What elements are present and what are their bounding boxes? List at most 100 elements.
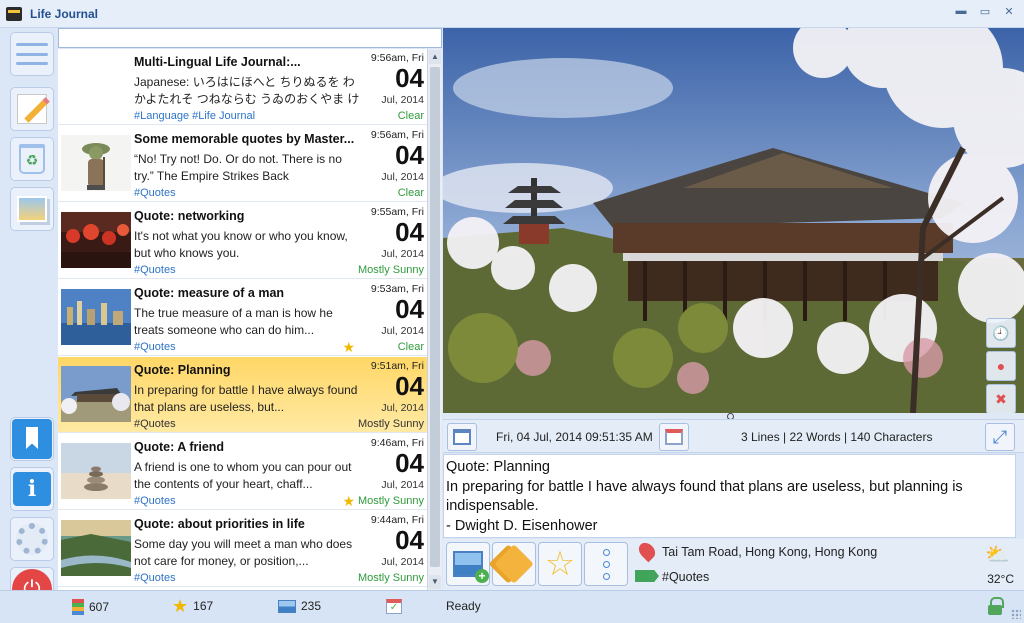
menu-button[interactable] <box>10 32 54 76</box>
menu-icon <box>16 43 48 65</box>
scroll-down-icon[interactable]: ▼ <box>429 575 441 589</box>
editor-line-4: - Dwight D. Eisenhower <box>446 517 598 534</box>
expand-icon: ⤢ <box>992 426 1008 447</box>
calendar-button[interactable] <box>447 423 477 451</box>
entry-title: Quote: measure of a man <box>134 286 285 300</box>
new-entry-button[interactable] <box>10 87 54 131</box>
entry-title: Quote: about priorities in life <box>134 517 305 531</box>
entry-weather: Clear <box>397 110 424 122</box>
tags-button[interactable] <box>492 542 536 586</box>
fullscreen-button[interactable]: ⤢ <box>985 423 1015 451</box>
entry-month-year: Jul, 2014 <box>381 402 424 414</box>
list-item-entry-1[interactable]: Multi-Lingual Life Journal:... Japanese:… <box>58 49 427 125</box>
list-item-entry-5-selected[interactable]: Quote: Planning In preparing for battle … <box>58 357 427 433</box>
entry-editor[interactable]: Quote: Planning In preparing for battle … <box>443 454 1016 538</box>
add-photo-button[interactable] <box>446 542 490 586</box>
entry-tags[interactable]: #Language #Life Journal <box>134 110 255 122</box>
entry-month-year: Jul, 2014 <box>381 94 424 106</box>
clock-calendar-icon: 🕘 <box>992 324 1010 341</box>
entry-list: Multi-Lingual Life Journal:... Japanese:… <box>58 49 427 590</box>
bookmark-button[interactable] <box>10 417 54 461</box>
entry-weather: Mostly Sunny <box>357 264 424 276</box>
starred-count[interactable]: ★ 167 <box>172 596 213 616</box>
entry-preview: Some day you will meet a man who does no… <box>134 537 353 568</box>
entry-title: Quote: networking <box>134 209 245 223</box>
entry-tags[interactable]: #Quotes <box>134 572 176 584</box>
entry-preview: It's not what you know or who you know, … <box>134 229 348 260</box>
info-icon: i <box>13 472 51 506</box>
status-bar: 607 ★ 167 235 ✓ Ready <box>0 590 1024 623</box>
entries-count[interactable]: 607 <box>72 599 109 615</box>
entry-month-year: Jul, 2014 <box>381 479 424 491</box>
photos-icon <box>17 196 47 222</box>
starred-icon: ★ <box>342 339 355 355</box>
list-scrollbar[interactable]: ▲ ▼ <box>427 49 442 590</box>
photo-remove-button[interactable]: ✖ <box>986 384 1016 413</box>
calendar-icon <box>453 429 471 445</box>
photo-actions: 🕘 ● ✖ <box>986 318 1016 413</box>
photos-count[interactable]: 235 <box>278 599 321 613</box>
photo-date-button[interactable]: 🕘 <box>986 318 1016 348</box>
photos-button[interactable] <box>10 187 54 231</box>
temple-thumbnail <box>61 366 131 422</box>
entry-month-year: Jul, 2014 <box>381 556 424 568</box>
entry-day: 04 <box>395 371 424 401</box>
recycle-bin-button[interactable]: ♻ <box>10 137 54 181</box>
entry-tags[interactable]: #Quotes <box>134 264 176 276</box>
entry-title: Quote: Planning <box>134 363 231 377</box>
entry-tags[interactable]: #Quotes <box>134 341 176 353</box>
entry-weather: Mostly Sunny <box>357 418 424 430</box>
entry-tags-field[interactable]: #Quotes <box>662 570 709 584</box>
entry-actions: ☆ Tai Tam Road, Hong Kong, Hong Kong #Qu… <box>443 539 1024 590</box>
more-options-button[interactable] <box>584 542 628 586</box>
entry-tags[interactable]: #Quotes <box>134 187 176 199</box>
edit-date-button[interactable] <box>659 423 689 451</box>
list-item-entry-2[interactable]: Some memorable quotes by Master... “No! … <box>58 126 427 202</box>
lanterns-thumbnail <box>61 212 131 268</box>
pencil-icon <box>17 94 47 124</box>
entry-preview: In preparing for battle I have always fo… <box>134 383 358 414</box>
star-icon: ★ <box>172 596 189 616</box>
maximize-icon[interactable]: ▭ <box>978 5 992 18</box>
entry-datetime: Fri, 04 Jul, 2014 09:51:35 AM <box>496 430 653 444</box>
yoda-figure-thumbnail <box>61 135 131 191</box>
partly-sunny-icon: ⛅ <box>985 544 1010 566</box>
resize-grip[interactable] <box>1011 609 1021 619</box>
entry-day: 04 <box>395 63 424 93</box>
list-item-entry-3[interactable]: Quote: networking It's not what you know… <box>58 203 427 279</box>
entry-weather: Clear <box>397 341 424 353</box>
entry-tags[interactable]: #Quotes <box>134 495 176 507</box>
star-button[interactable]: ☆ <box>538 542 582 586</box>
minimize-icon[interactable]: ▬ <box>954 5 968 18</box>
entry-photo: 🕘 ● ✖ <box>443 28 1024 413</box>
scroll-thumb[interactable] <box>430 67 440 567</box>
lock-icon[interactable] <box>988 597 1004 615</box>
star-outline-icon: ☆ <box>544 545 576 583</box>
entry-day: 04 <box>395 140 424 170</box>
photo-location-button[interactable]: ● <box>986 351 1016 381</box>
bookmark-icon <box>12 419 52 459</box>
close-icon[interactable]: ✕ <box>1002 5 1016 18</box>
calendar-status[interactable]: ✓ <box>386 599 402 614</box>
river-valley-thumbnail <box>61 520 131 576</box>
entry-weather: Mostly Sunny <box>357 495 424 507</box>
settings-button[interactable] <box>10 517 54 561</box>
photo-icon <box>278 599 296 613</box>
entry-preview: The true measure of a man is how he trea… <box>134 306 333 337</box>
info-button[interactable]: i <box>10 467 54 511</box>
window-controls: ▬ ▭ ✕ <box>954 5 1016 18</box>
search-input[interactable] <box>58 28 442 48</box>
remove-photo-icon: ✖ <box>995 390 1007 407</box>
entry-day: 04 <box>395 448 424 478</box>
gear-icon <box>16 523 48 555</box>
entry-location[interactable]: Tai Tam Road, Hong Kong, Hong Kong <box>662 545 877 559</box>
list-item-entry-6[interactable]: Quote: A friend A friend is one to whom … <box>58 434 427 510</box>
entry-title: Quote: A friend <box>134 440 225 454</box>
kiyomizu-temple-photo <box>443 28 1024 413</box>
list-item-entry-7[interactable]: Quote: about priorities in life Some day… <box>58 511 427 587</box>
location-pin-icon <box>635 539 659 563</box>
entry-tags[interactable]: #Quotes <box>134 418 176 430</box>
scroll-up-icon[interactable]: ▲ <box>429 50 441 64</box>
list-item-entry-4[interactable]: Quote: measure of a man The true measure… <box>58 280 427 356</box>
entry-preview: A friend is one to whom you can pour out… <box>134 460 352 491</box>
